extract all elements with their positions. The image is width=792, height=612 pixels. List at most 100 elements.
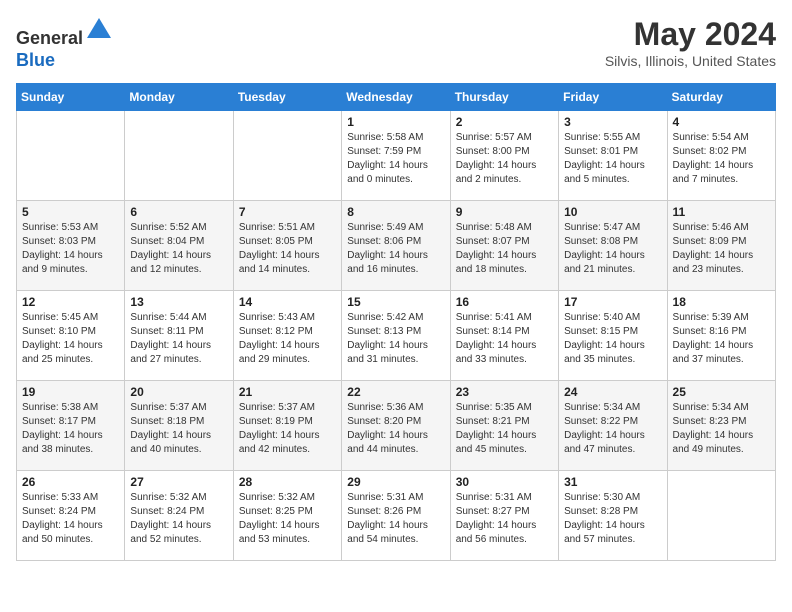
day-number: 17 [564, 295, 661, 309]
day-header-saturday: Saturday [667, 84, 775, 111]
day-info: Sunrise: 5:45 AMSunset: 8:10 PMDaylight:… [22, 311, 119, 367]
day-number: 20 [130, 385, 227, 399]
day-info: Sunrise: 5:53 AMSunset: 8:03 PMDaylight:… [22, 221, 119, 277]
day-info: Sunrise: 5:35 AMSunset: 8:21 PMDaylight:… [456, 401, 553, 457]
day-info: Sunrise: 5:31 AMSunset: 8:26 PMDaylight:… [347, 491, 444, 547]
day-number: 5 [22, 205, 119, 219]
day-header-wednesday: Wednesday [342, 84, 450, 111]
calendar-cell: 8 Sunrise: 5:49 AMSunset: 8:06 PMDaylight… [342, 201, 450, 291]
day-number: 29 [347, 475, 444, 489]
calendar-cell: 23 Sunrise: 5:35 AMSunset: 8:21 PMDayligh… [450, 381, 558, 471]
day-info: Sunrise: 5:38 AMSunset: 8:17 PMDaylight:… [22, 401, 119, 457]
calendar-cell: 20 Sunrise: 5:37 AMSunset: 8:18 PMDayligh… [125, 381, 233, 471]
calendar-week-row: 1 Sunrise: 5:58 AMSunset: 7:59 PMDaylight… [17, 111, 776, 201]
day-info: Sunrise: 5:33 AMSunset: 8:24 PMDaylight:… [22, 491, 119, 547]
day-info: Sunrise: 5:57 AMSunset: 8:00 PMDaylight:… [456, 131, 553, 187]
day-info: Sunrise: 5:55 AMSunset: 8:01 PMDaylight:… [564, 131, 661, 187]
calendar-week-row: 26 Sunrise: 5:33 AMSunset: 8:24 PMDayligh… [17, 471, 776, 561]
calendar-cell: 21 Sunrise: 5:37 AMSunset: 8:19 PMDayligh… [233, 381, 341, 471]
calendar-cell: 19 Sunrise: 5:38 AMSunset: 8:17 PMDayligh… [17, 381, 125, 471]
day-info: Sunrise: 5:37 AMSunset: 8:18 PMDaylight:… [130, 401, 227, 457]
logo-general: General [16, 28, 83, 48]
day-info: Sunrise: 5:41 AMSunset: 8:14 PMDaylight:… [456, 311, 553, 367]
calendar-cell [667, 471, 775, 561]
day-info: Sunrise: 5:32 AMSunset: 8:24 PMDaylight:… [130, 491, 227, 547]
day-info: Sunrise: 5:30 AMSunset: 8:28 PMDaylight:… [564, 491, 661, 547]
day-info: Sunrise: 5:52 AMSunset: 8:04 PMDaylight:… [130, 221, 227, 277]
day-info: Sunrise: 5:49 AMSunset: 8:06 PMDaylight:… [347, 221, 444, 277]
day-number: 19 [22, 385, 119, 399]
day-info: Sunrise: 5:31 AMSunset: 8:27 PMDaylight:… [456, 491, 553, 547]
calendar-cell: 28 Sunrise: 5:32 AMSunset: 8:25 PMDayligh… [233, 471, 341, 561]
calendar-cell: 11 Sunrise: 5:46 AMSunset: 8:09 PMDayligh… [667, 201, 775, 291]
day-info: Sunrise: 5:42 AMSunset: 8:13 PMDaylight:… [347, 311, 444, 367]
day-number: 26 [22, 475, 119, 489]
calendar-cell: 24 Sunrise: 5:34 AMSunset: 8:22 PMDayligh… [559, 381, 667, 471]
day-info: Sunrise: 5:39 AMSunset: 8:16 PMDaylight:… [673, 311, 770, 367]
day-number: 14 [239, 295, 336, 309]
day-number: 22 [347, 385, 444, 399]
calendar-cell: 14 Sunrise: 5:43 AMSunset: 8:12 PMDayligh… [233, 291, 341, 381]
day-info: Sunrise: 5:34 AMSunset: 8:23 PMDaylight:… [673, 401, 770, 457]
day-number: 1 [347, 115, 444, 129]
calendar-cell: 3 Sunrise: 5:55 AMSunset: 8:01 PMDaylight… [559, 111, 667, 201]
calendar-cell: 9Sunrise: 5:48 AMSunset: 8:07 PMDaylight… [450, 201, 558, 291]
calendar-cell: 25Sunrise: 5:34 AMSunset: 8:23 PMDayligh… [667, 381, 775, 471]
logo: General Blue [16, 16, 113, 71]
day-info: Sunrise: 5:40 AMSunset: 8:15 PMDaylight:… [564, 311, 661, 367]
day-number: 8 [347, 205, 444, 219]
day-info: Sunrise: 5:34 AMSunset: 8:22 PMDaylight:… [564, 401, 661, 457]
calendar-week-row: 12 Sunrise: 5:45 AMSunset: 8:10 PMDayligh… [17, 291, 776, 381]
calendar-cell: 5 Sunrise: 5:53 AMSunset: 8:03 PMDaylight… [17, 201, 125, 291]
day-number: 21 [239, 385, 336, 399]
calendar-cell: 29 Sunrise: 5:31 AMSunset: 8:26 PMDayligh… [342, 471, 450, 561]
calendar-week-row: 5 Sunrise: 5:53 AMSunset: 8:03 PMDaylight… [17, 201, 776, 291]
page-header: General Blue May 2024 Silvis, Illinois, … [16, 16, 776, 71]
calendar-cell [17, 111, 125, 201]
day-number: 28 [239, 475, 336, 489]
day-number: 24 [564, 385, 661, 399]
day-info: Sunrise: 5:36 AMSunset: 8:20 PMDaylight:… [347, 401, 444, 457]
calendar-cell: 22 Sunrise: 5:36 AMSunset: 8:20 PMDayligh… [342, 381, 450, 471]
day-number: 3 [564, 115, 661, 129]
day-number: 30 [456, 475, 553, 489]
day-number: 7 [239, 205, 336, 219]
day-info: Sunrise: 5:58 AMSunset: 7:59 PMDaylight:… [347, 131, 444, 187]
day-number: 11 [673, 205, 770, 219]
day-info: Sunrise: 5:32 AMSunset: 8:25 PMDaylight:… [239, 491, 336, 547]
day-number: 18 [673, 295, 770, 309]
day-header-thursday: Thursday [450, 84, 558, 111]
day-header-sunday: Sunday [17, 84, 125, 111]
day-number: 31 [564, 475, 661, 489]
title-block: May 2024 Silvis, Illinois, United States [605, 16, 776, 69]
day-info: Sunrise: 5:37 AMSunset: 8:19 PMDaylight:… [239, 401, 336, 457]
day-info: Sunrise: 5:43 AMSunset: 8:12 PMDaylight:… [239, 311, 336, 367]
day-number: 12 [22, 295, 119, 309]
calendar-cell: 26 Sunrise: 5:33 AMSunset: 8:24 PMDayligh… [17, 471, 125, 561]
calendar-week-row: 19 Sunrise: 5:38 AMSunset: 8:17 PMDayligh… [17, 381, 776, 471]
day-number: 15 [347, 295, 444, 309]
day-number: 13 [130, 295, 227, 309]
location: Silvis, Illinois, United States [605, 53, 776, 69]
day-number: 2 [456, 115, 553, 129]
logo-icon [85, 16, 113, 44]
day-number: 27 [130, 475, 227, 489]
calendar-cell: 30 Sunrise: 5:31 AMSunset: 8:27 PMDayligh… [450, 471, 558, 561]
day-info: Sunrise: 5:51 AMSunset: 8:05 PMDaylight:… [239, 221, 336, 277]
day-header-monday: Monday [125, 84, 233, 111]
calendar-cell: 10Sunrise: 5:47 AMSunset: 8:08 PMDayligh… [559, 201, 667, 291]
calendar-cell: 7 Sunrise: 5:51 AMSunset: 8:05 PMDaylight… [233, 201, 341, 291]
calendar-cell: 27 Sunrise: 5:32 AMSunset: 8:24 PMDayligh… [125, 471, 233, 561]
day-info: Sunrise: 5:54 AMSunset: 8:02 PMDaylight:… [673, 131, 770, 187]
day-number: 4 [673, 115, 770, 129]
calendar-table: SundayMondayTuesdayWednesdayThursdayFrid… [16, 83, 776, 561]
day-info: Sunrise: 5:44 AMSunset: 8:11 PMDaylight:… [130, 311, 227, 367]
month-title: May 2024 [605, 16, 776, 53]
calendar-cell: 4 Sunrise: 5:54 AMSunset: 8:02 PMDaylight… [667, 111, 775, 201]
day-header-tuesday: Tuesday [233, 84, 341, 111]
day-number: 10 [564, 205, 661, 219]
day-number: 23 [456, 385, 553, 399]
calendar-cell: 18 Sunrise: 5:39 AMSunset: 8:16 PMDayligh… [667, 291, 775, 381]
calendar-cell: 31 Sunrise: 5:30 AMSunset: 8:28 PMDayligh… [559, 471, 667, 561]
day-info: Sunrise: 5:46 AMSunset: 8:09 PMDaylight:… [673, 221, 770, 277]
